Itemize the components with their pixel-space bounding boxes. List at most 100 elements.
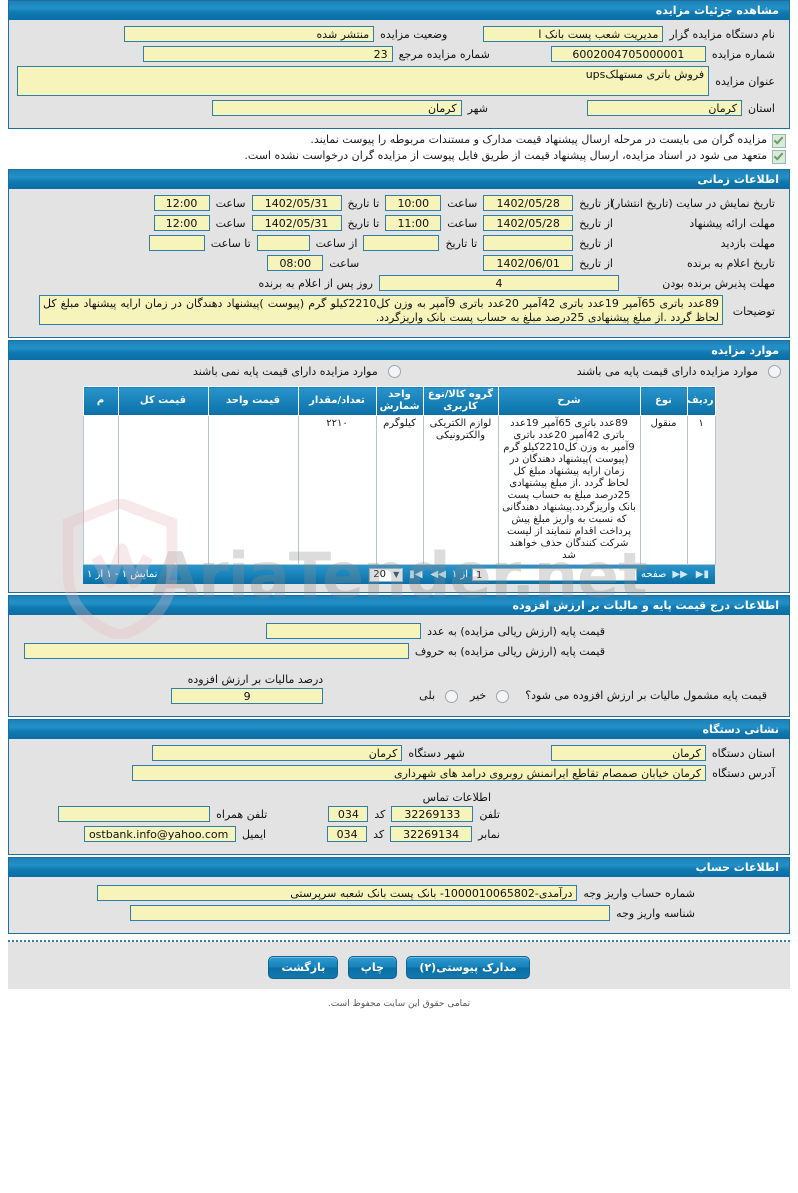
field-base-price-number[interactable]: [266, 623, 422, 639]
row-publish-date: تاریخ نمایش در سایت (تاریخ انتشار) از تا…: [17, 195, 781, 211]
field-publish-to-date[interactable]: 1402/05/31: [251, 195, 342, 211]
col-type: نوع: [639, 386, 688, 416]
note-1: مزایده گران می بایست در مرحله ارسال پیشن…: [0, 129, 798, 148]
pager-page-size-select[interactable]: ▼ 20: [369, 567, 404, 582]
radio-vat-yes[interactable]: [445, 690, 459, 703]
section-header-details: مشاهده جزئیات مزایده: [8, 0, 790, 20]
row-phone-mobile: تلفن 32269133 کد 034 تلفن همراه: [17, 806, 781, 822]
field-visit-from-time[interactable]: [256, 235, 310, 251]
print-button[interactable]: چاپ: [347, 956, 397, 979]
field-visit-to-time[interactable]: [148, 235, 205, 251]
label-auction-title: عنوان مزایده: [715, 74, 775, 88]
pager-page-input[interactable]: 1: [472, 568, 638, 581]
field-ref-number[interactable]: 23: [142, 46, 393, 62]
label-publish-to-time: ساعت: [215, 196, 246, 210]
section-header-time: اطلاعات زمانی: [8, 169, 790, 189]
field-auction-number[interactable]: 6002004705000001: [550, 46, 706, 62]
col-description: شرح: [497, 386, 641, 416]
field-account-number[interactable]: درآمدی-1000010065802- بانک پست بانک شعبه…: [97, 885, 578, 901]
panel-items: موارد مزایده دارای قیمت پایه می باشند مو…: [8, 360, 790, 593]
row-offer-deadline: مهلت ارائه پیشنهاد از تاریخ 1402/05/28 س…: [17, 215, 781, 231]
label-fax: نمابر: [478, 827, 500, 841]
field-city[interactable]: کرمان: [211, 100, 462, 116]
label-accept-deadline: مهلت پذیرش برنده بودن: [662, 276, 775, 290]
panel-account: شماره حساب واریز وجه درآمدی-100001006580…: [8, 877, 790, 934]
radio-with-base-price[interactable]: [768, 365, 781, 378]
label-publish-to: تا تاریخ: [347, 196, 380, 210]
radio-without-base-price[interactable]: [387, 365, 401, 378]
label-visit-to-time: تا ساعت: [210, 236, 251, 250]
row-accept-deadline: مهلت پذیرش برنده بودن 4 روز پس از اعلام …: [17, 275, 781, 291]
last-page-icon[interactable]: ▮▶: [694, 569, 711, 580]
field-description[interactable]: 89عدد باتری 65آمپر 19عدد باتری 42آمپر 20…: [39, 295, 723, 325]
field-province[interactable]: کرمان: [586, 100, 742, 116]
field-offer-from-date[interactable]: 1402/05/28: [483, 215, 574, 231]
field-mobile[interactable]: [58, 806, 211, 822]
field-visit-to-date[interactable]: [363, 235, 440, 251]
field-publish-to-time[interactable]: 12:00: [153, 195, 210, 211]
label-account-id: شناسه واریز وجه: [616, 906, 695, 920]
field-winner-date[interactable]: 1402/06/01: [483, 255, 574, 271]
field-email[interactable]: ostbank.info@yahoo.com: [83, 826, 236, 842]
row-org-status: نام دستگاه مزایده گزار مدیریت شعب پست با…: [17, 26, 781, 42]
field-status[interactable]: منتشر شده: [124, 26, 375, 42]
row-account-id: شناسه واریز وجه: [17, 905, 781, 921]
label-accept-suffix: روز پس از اعلام به برنده: [258, 276, 373, 290]
row-account-number: شماره حساب واریز وجه درآمدی-100001006580…: [17, 885, 781, 901]
panel-details: نام دستگاه مزایده گزار مدیریت شعب پست با…: [8, 20, 790, 129]
cell-type: منقول: [639, 415, 688, 565]
attachments-button[interactable]: مدارک پیوستی(۲): [406, 956, 530, 979]
label-winner-announce: تاریخ اعلام به برنده: [686, 256, 775, 270]
field-visit-from-date[interactable]: [483, 235, 574, 251]
prev-page-icon[interactable]: ◀◀: [428, 569, 447, 580]
field-phone-code[interactable]: 034: [328, 806, 369, 822]
pager-page-size-value: 20: [373, 568, 386, 580]
radio-vat-no[interactable]: [496, 690, 510, 703]
panel-price-vat: قیمت پایه (ارزش ریالی مزایده) به عدد قیم…: [8, 615, 790, 717]
section-header-org: نشانی دستگاه: [8, 719, 790, 739]
field-offer-to-date[interactable]: 1402/05/31: [251, 215, 342, 231]
label-winner-time: ساعت: [329, 256, 360, 270]
checkbox-price-file-not-required[interactable]: [772, 150, 786, 164]
label-province: استان: [747, 101, 775, 115]
label-city: شهر: [467, 101, 488, 115]
field-offer-from-time[interactable]: 11:00: [385, 215, 442, 231]
row-vat: قیمت پایه مشمول مالیات بر ارزش افزوده می…: [17, 673, 781, 704]
field-fax-code[interactable]: 034: [327, 826, 368, 842]
field-org-city[interactable]: کرمان: [152, 745, 403, 761]
back-button[interactable]: بازگشت: [268, 956, 339, 979]
label-offer-deadline: مهلت ارائه پیشنهاد: [689, 216, 775, 230]
field-publish-from-date[interactable]: 1402/05/28: [483, 195, 574, 211]
row-province-city: استان کرمان شهر کرمان: [17, 100, 781, 116]
field-vat-percent[interactable]: 9: [171, 688, 324, 704]
field-account-id[interactable]: [130, 905, 611, 921]
section-title-price-vat: اطلاعات درج قیمت پایه و مالیات بر ارزش ا…: [8, 595, 790, 615]
section-header-price-vat: اطلاعات درج قیمت پایه و مالیات بر ارزش ا…: [8, 595, 790, 615]
row-fax-email: نمابر 32269134 کد 034 ایمیل ostbank.info…: [17, 826, 781, 842]
col-row-no: ردیف: [686, 386, 716, 416]
label-offer-to: تا تاریخ: [347, 216, 380, 230]
col-quantity: تعداد/مقدار: [297, 386, 377, 416]
row-visit-deadline: مهلت بازدید از تاریخ تا تاریخ از ساعت تا…: [17, 235, 781, 251]
field-publish-from-time[interactable]: 10:00: [385, 195, 442, 211]
field-winner-time[interactable]: 08:00: [267, 255, 324, 271]
table-row[interactable]: ۱ منقول 89عدد باتری 65آمپر 19عدد باتری 4…: [82, 415, 716, 565]
next-page-icon[interactable]: ▶▶: [670, 569, 689, 580]
field-org-name[interactable]: مدیریت شعب پست بانک ا: [483, 26, 664, 42]
field-org-address[interactable]: کرمان خیابان صمصام تقاطع ایرانمنش روبروی…: [132, 765, 707, 781]
field-accept-days[interactable]: 4: [379, 275, 619, 291]
row-org-address: آدرس دستگاه کرمان خیابان صمصام تقاطع ایر…: [17, 765, 781, 781]
field-auction-title[interactable]: فروش باتری مستهلکups: [17, 66, 710, 96]
field-fax[interactable]: 32269134: [390, 826, 473, 842]
field-base-price-text[interactable]: [23, 643, 409, 659]
field-phone[interactable]: 32269133: [391, 806, 474, 822]
table-pager: ▮▶ ▶▶ صفحه 1 از ۱ ◀◀ ◀▮ ▼ 20 نمایش ۱ - ۱…: [83, 565, 715, 584]
field-org-province[interactable]: کرمان: [550, 745, 706, 761]
first-page-icon[interactable]: ◀▮: [407, 569, 424, 580]
auction-items-table: ردیف نوع شرح گروه کالا/نوع کاربری واحد ش…: [82, 386, 716, 565]
note-1-text: مزایده گران می بایست در مرحله ارسال پیشن…: [310, 133, 767, 146]
checkbox-attachment-required[interactable]: [772, 134, 786, 148]
label-offer-from-time: ساعت: [447, 216, 478, 230]
label-base-price-text: قیمت پایه (ارزش ریالی مزایده) به حروف: [414, 644, 605, 658]
field-offer-to-time[interactable]: 12:00: [153, 215, 210, 231]
